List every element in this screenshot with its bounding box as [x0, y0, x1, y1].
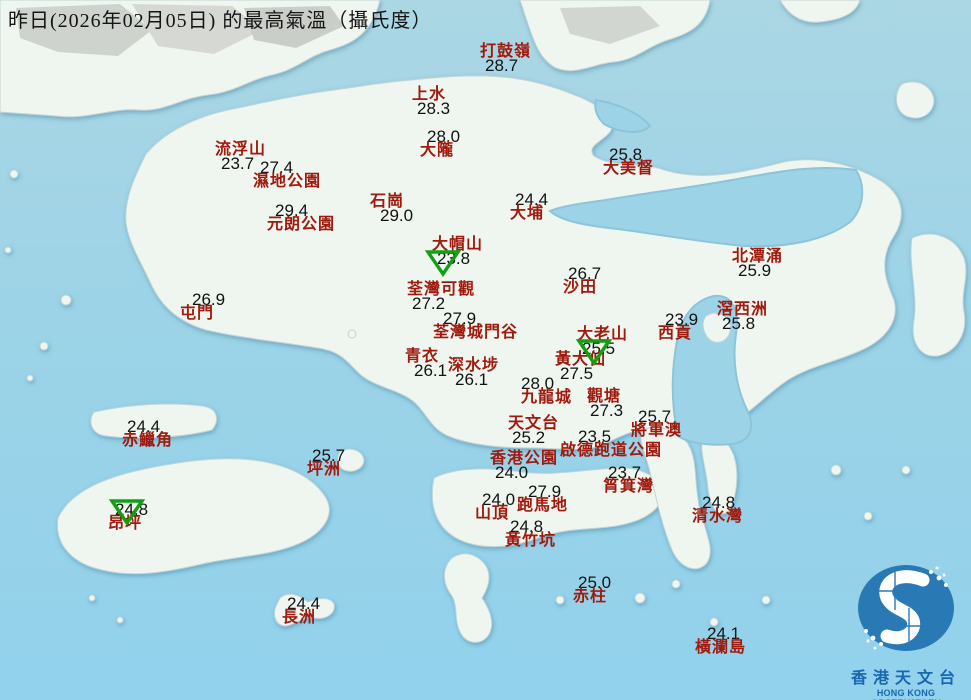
station-深水埗: 深水埗 26.1 [448, 358, 499, 389]
station-北潭涌: 北潭涌 25.9 [732, 249, 783, 280]
station-name-label: 九龍城 [521, 389, 573, 406]
station-name-label: 赤柱 [573, 588, 608, 605]
station-labels-layer: 打鼓嶺 28.7 上水 28.3 28.0 大隴 流浮山 23.7 27.4 濕地公園 29.4 元朗… [0, 0, 971, 700]
station-清水灣: 24.8 清水灣 [692, 494, 744, 525]
station-temperature-value: 24.0 [495, 463, 529, 482]
station-name-label: 元朗公園 [267, 216, 336, 233]
station-name-label: 荃灣城門谷 [433, 324, 519, 341]
station-長洲: 24.4 長洲 [282, 595, 320, 626]
station-temperature-value: 28.7 [485, 56, 519, 75]
station-香港公園: 香港公園 24.0 [490, 451, 558, 482]
hko-max-temperature-map: 昨日(2026年02月05日) 的最高氣溫（攝氏度） 打鼓嶺 28.7 上水 28.3… [0, 0, 971, 700]
station-name-label: 濕地公園 [253, 173, 322, 190]
station-name-label: 啟德跑道公園 [560, 442, 663, 459]
station-筲箕灣: 23.7 筲箕灣 [603, 464, 655, 495]
station-沙田: 26.7 沙田 [563, 265, 601, 296]
station-name-label: 大美督 [603, 160, 655, 177]
station-大帽山: 大帽山 23.8 [432, 237, 483, 268]
hko-logo: 香港天文台 HONG KONG OBSERVATORY [843, 558, 969, 700]
station-元朗公園: 29.4 元朗公園 [267, 202, 336, 233]
station-name-label: 大隴 [420, 142, 455, 159]
station-昂坪: 24.8 昂坪 [108, 501, 148, 532]
station-name-label: 屯門 [180, 305, 215, 322]
station-temperature-value: 26.1 [455, 370, 489, 389]
hko-logo-name-en: HONG KONG OBSERVATORY [871, 688, 941, 700]
station-name-label: 清水灣 [692, 508, 744, 525]
station-荃灣可觀: 荃灣可觀 27.2 [407, 282, 475, 313]
station-name-label: 西貢 [658, 325, 693, 342]
station-temperature-value: 23.8 [437, 249, 471, 268]
station-name-label: 赤鱲角 [122, 432, 174, 449]
station-name-label: 黃竹坑 [505, 532, 557, 549]
station-九龍城: 28.0 九龍城 [521, 375, 573, 406]
station-大美督: 25.8 大美督 [603, 146, 655, 177]
station-橫瀾島: 24.1 橫瀾島 [695, 625, 747, 656]
station-滘西洲: 滘西洲 25.8 [717, 302, 768, 333]
station-temperature-value: 25.8 [722, 314, 756, 333]
station-name-label: 昂坪 [108, 515, 143, 532]
station-temperature-value: 29.0 [380, 206, 414, 225]
map-title: 昨日(2026年02月05日) 的最高氣溫（攝氏度） [8, 10, 433, 32]
station-石崗: 石崗 29.0 [370, 194, 414, 225]
station-name-label: 筲箕灣 [603, 478, 655, 495]
station-坪洲: 25.7 坪洲 [307, 447, 345, 478]
hko-logo-icon [858, 565, 954, 651]
station-temperature-value: 25.9 [738, 261, 772, 280]
station-name-label: 沙田 [563, 279, 598, 296]
station-name-label: 長洲 [282, 609, 317, 626]
station-赤鱲角: 24.4 赤鱲角 [122, 418, 174, 449]
station-西貢: 23.9 西貢 [658, 311, 698, 342]
station-濕地公園: 27.4 濕地公園 [253, 159, 322, 190]
station-天文台: 天文台 25.2 [508, 416, 559, 447]
station-青衣: 青衣 26.1 [405, 349, 448, 380]
station-上水: 上水 28.3 [412, 87, 451, 118]
hko-logo-name-cn: 香港天文台 [850, 670, 961, 687]
station-啟德跑道公園: 23.5 啟德跑道公園 [560, 428, 663, 459]
station-大隴: 28.0 大隴 [420, 128, 460, 159]
station-name-label: 坪洲 [307, 461, 342, 478]
station-黃竹坑: 24.8 黃竹坑 [505, 518, 557, 549]
station-name-label: 橫瀾島 [695, 639, 747, 656]
station-temperature-value: 27.3 [590, 401, 624, 420]
station-大埔: 24.4 大埔 [510, 191, 548, 222]
station-觀塘: 觀塘 27.3 [587, 389, 624, 420]
station-荃灣城門谷: 27.9 荃灣城門谷 [433, 310, 519, 341]
station-temperature-value: 28.3 [417, 99, 451, 118]
station-跑馬地: 27.9 跑馬地 [517, 483, 569, 514]
station-temperature-value: 25.2 [512, 428, 546, 447]
station-name-label: 跑馬地 [517, 497, 569, 514]
station-name-label: 大埔 [510, 205, 545, 222]
station-赤柱: 25.0 赤柱 [573, 574, 611, 605]
station-屯門: 26.9 屯門 [180, 291, 225, 322]
station-打鼓嶺: 打鼓嶺 28.7 [480, 44, 531, 75]
station-temperature-value: 26.1 [414, 361, 448, 380]
